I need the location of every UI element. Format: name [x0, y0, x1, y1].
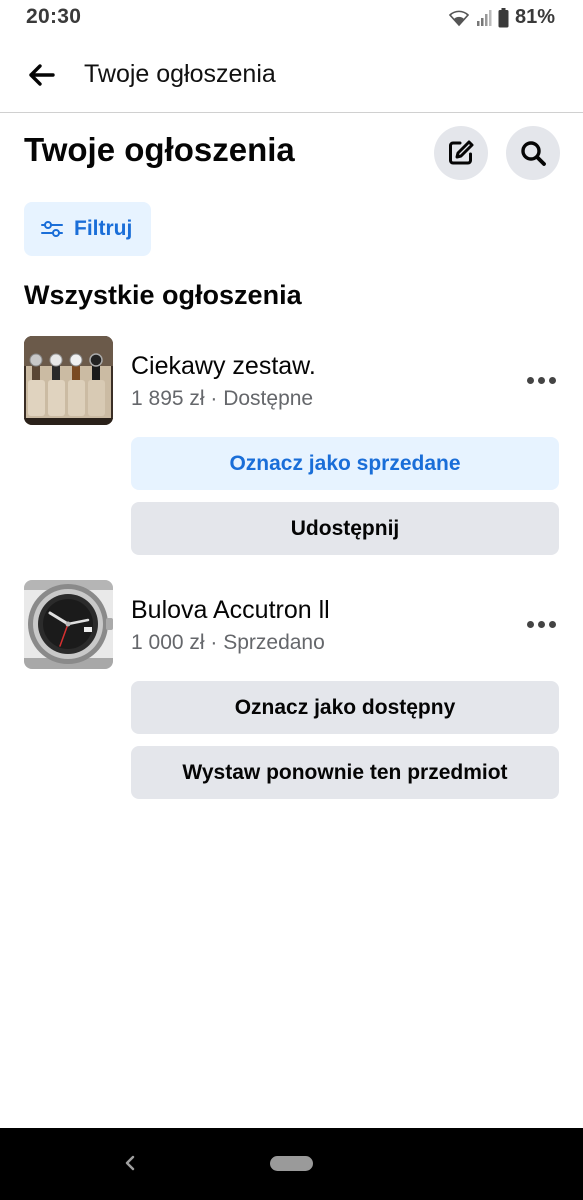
back-button[interactable]	[20, 58, 62, 92]
more-dot	[548, 376, 556, 384]
listing-subtitle: 1 895 zł · Dostępne	[131, 387, 314, 410]
listing-title[interactable]: Ciekawy zestaw.	[131, 352, 316, 381]
wifi-icon	[448, 10, 470, 26]
more-options-button[interactable]	[522, 365, 560, 395]
mark-as-available-button[interactable]: Oznacz jako dostępny	[131, 681, 559, 734]
edit-button[interactable]	[434, 126, 488, 180]
status-icons: 81%	[448, 6, 555, 29]
sliders-icon	[41, 221, 63, 237]
filter-label: Filtruj	[74, 217, 133, 240]
more-options-button[interactable]	[522, 609, 560, 639]
signal-icon	[476, 9, 492, 26]
battery-percent: 81%	[514, 6, 555, 28]
nav-back-button[interactable]	[118, 1148, 142, 1178]
share-button[interactable]: Udostępnij	[131, 502, 559, 555]
more-dots-icon	[526, 620, 534, 628]
filter-button[interactable]: Filtruj	[24, 202, 151, 256]
nav-home-pill[interactable]	[270, 1156, 313, 1171]
listing-subtitle: 1 000 zł · Sprzedano	[131, 631, 325, 654]
status-time: 20:30	[26, 5, 82, 28]
more-dot	[537, 620, 545, 628]
listing-title[interactable]: Bulova Accutron ll	[131, 596, 330, 625]
arrow-left-icon	[29, 64, 55, 86]
page-title: Twoje ogłoszenia	[24, 131, 295, 168]
more-dot	[548, 620, 556, 628]
relist-button[interactable]: Wystaw ponownie ten przedmiot	[131, 746, 559, 799]
search-icon	[521, 141, 546, 166]
watch-box-image[interactable]	[24, 336, 113, 425]
app-bar: Twoje ogłoszenia	[0, 36, 583, 113]
watch-image[interactable]	[24, 580, 113, 669]
mark-as-sold-button[interactable]: Oznacz jako sprzedane	[131, 437, 559, 490]
edit-icon	[449, 140, 474, 165]
more-dot	[537, 376, 545, 384]
app-bar-title: Twoje ogłoszenia	[84, 60, 276, 88]
battery-icon	[498, 7, 509, 27]
status-bar: 20:30 81%	[0, 0, 583, 36]
nav-back-icon	[125, 1155, 135, 1171]
more-dots-icon	[526, 376, 534, 384]
search-button[interactable]	[506, 126, 560, 180]
section-title: Wszystkie ogłoszenia	[24, 280, 302, 310]
system-nav-bar	[0, 1128, 583, 1200]
